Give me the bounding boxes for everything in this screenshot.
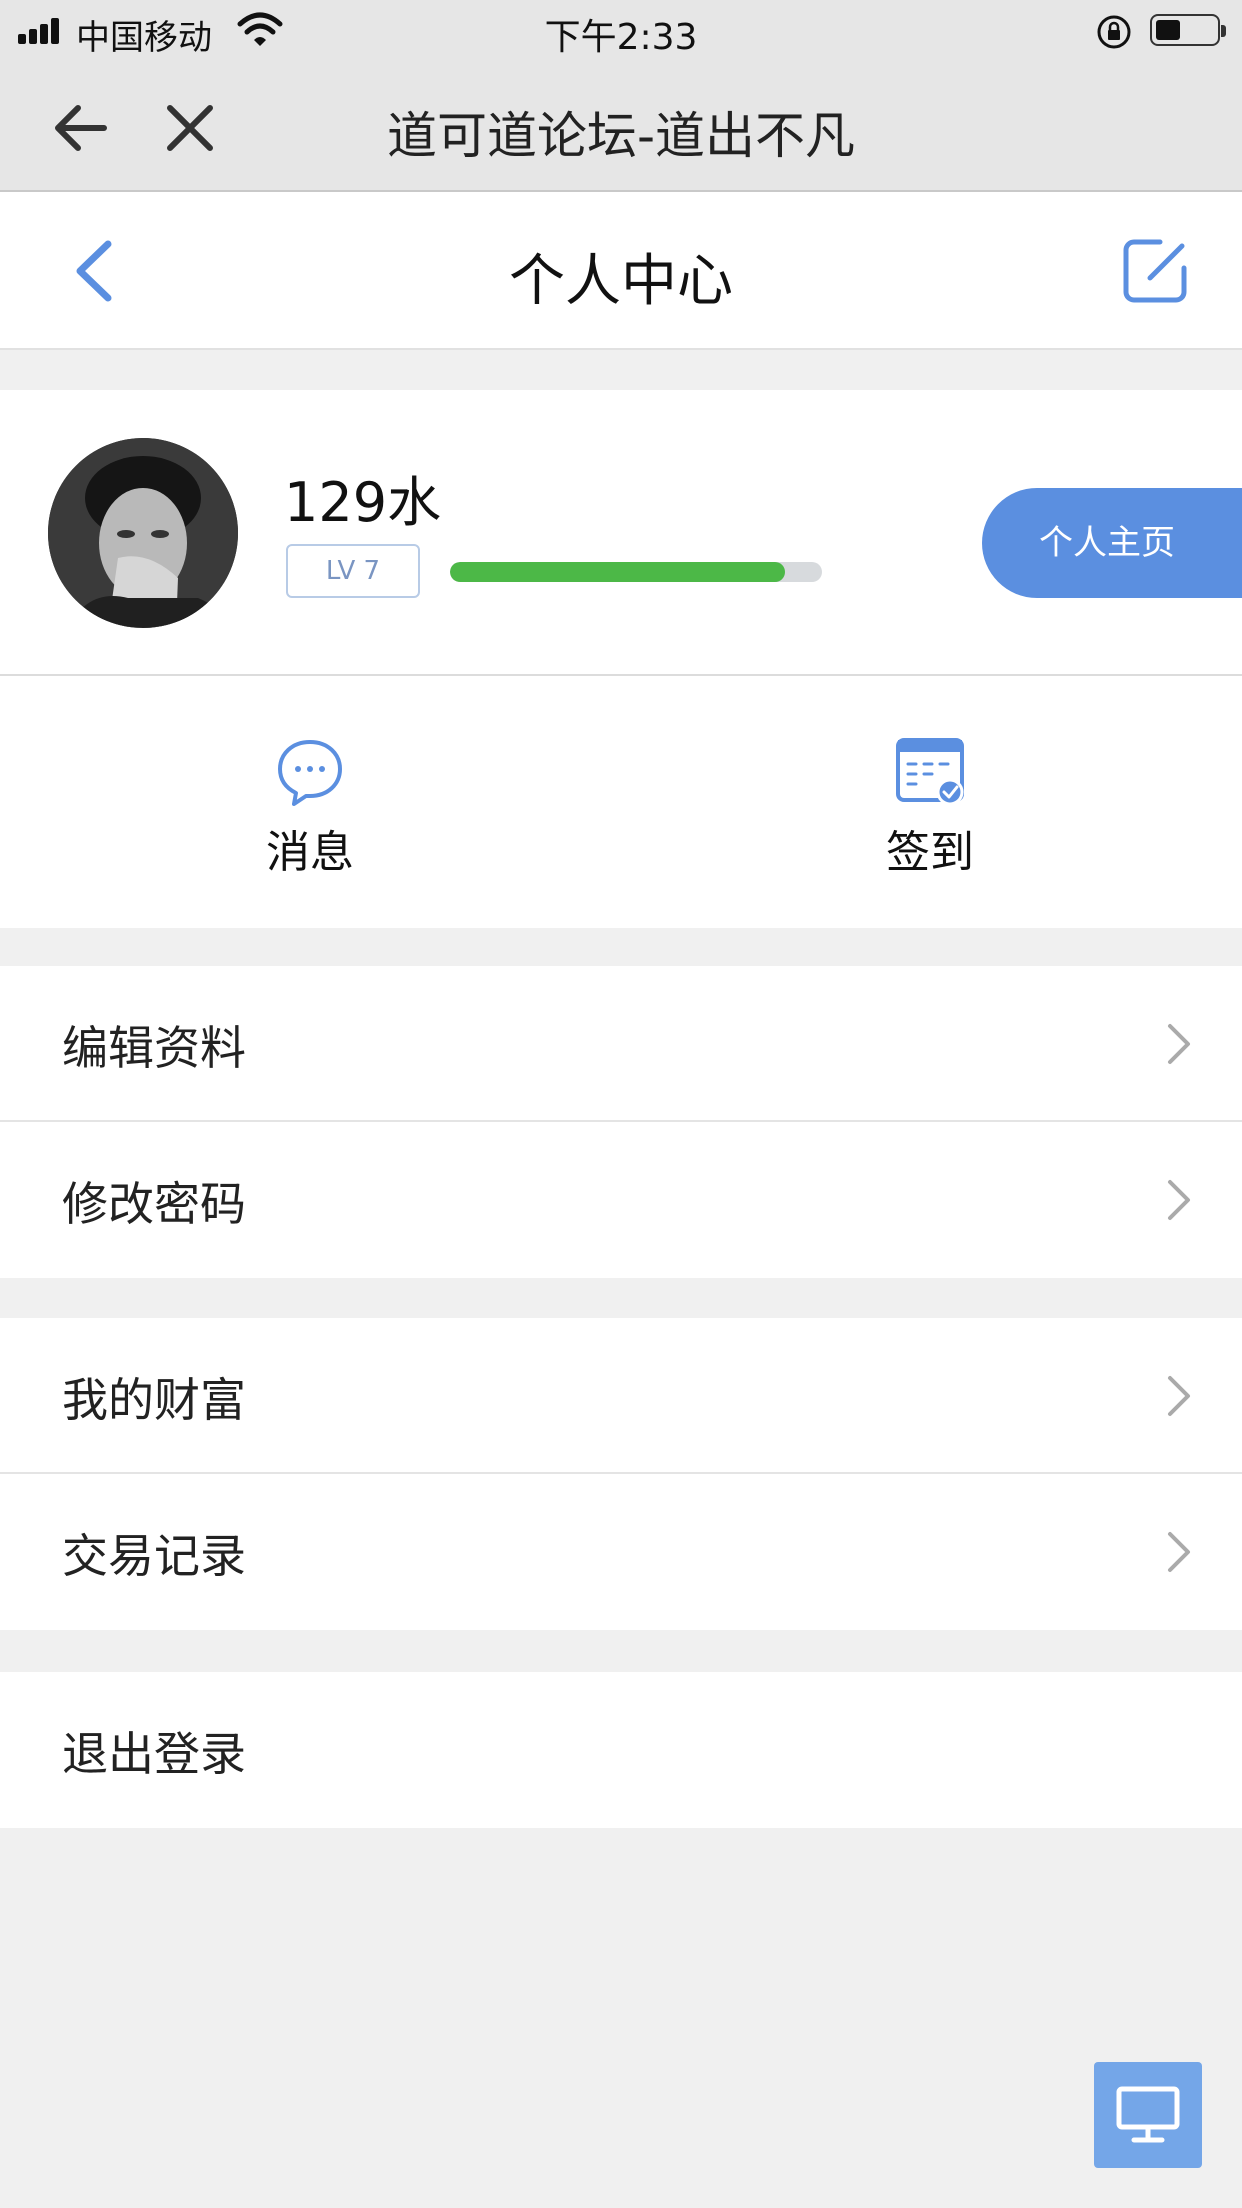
messages-label: 消息	[266, 827, 354, 878]
checkin-label: 签到	[886, 827, 974, 878]
desktop-view-button[interactable]	[1094, 2062, 1202, 2168]
status-time: 下午2:33	[544, 17, 698, 58]
profile-card: 129水 LV 7 个人主页	[0, 390, 1242, 676]
menu-item-change-password[interactable]: 修改密码	[0, 1122, 1242, 1278]
menu-group-account: 编辑资料 修改密码	[0, 966, 1242, 1278]
username: 129水	[284, 471, 442, 534]
browser-toolbar: 道可道论坛-道出不凡	[0, 62, 1242, 192]
menu-item-label: 退出登录	[62, 1727, 246, 1781]
homepage-button[interactable]: 个人主页	[982, 488, 1242, 598]
quick-actions: 消息 签到	[0, 676, 1242, 928]
avatar[interactable]	[48, 438, 238, 628]
messages-action[interactable]: 消息	[190, 736, 430, 880]
menu-item-my-wealth[interactable]: 我的财富	[0, 1318, 1242, 1474]
status-bar: 中国移动 下午2:33	[0, 0, 1242, 62]
checkin-action[interactable]: 签到	[810, 736, 1050, 880]
menu-item-label: 修改密码	[62, 1177, 246, 1231]
calendar-check-icon	[896, 738, 964, 806]
chevron-right-icon	[1168, 1532, 1190, 1572]
desktop-icon	[1116, 2086, 1180, 2143]
menu-item-label: 交易记录	[62, 1529, 246, 1583]
menu-item-transactions[interactable]: 交易记录	[0, 1474, 1242, 1630]
page-title: 个人中心	[509, 249, 733, 314]
menu-item-label: 我的财富	[62, 1373, 246, 1427]
chevron-right-icon	[1168, 1180, 1190, 1220]
level-progress-fill	[450, 562, 785, 582]
menu-group-logout: 退出登录	[0, 1672, 1242, 1828]
page-header: 个人中心	[0, 192, 1242, 350]
chat-bubble-icon	[278, 740, 342, 806]
edit-icon[interactable]	[1120, 236, 1190, 306]
battery-icon	[1150, 14, 1226, 46]
rotation-lock-icon	[1097, 15, 1131, 49]
chevron-right-icon	[1168, 1376, 1190, 1416]
level-progress-bar	[450, 562, 822, 582]
chevron-right-icon	[1168, 1024, 1190, 1064]
browser-title: 道可道论坛-道出不凡	[386, 107, 856, 165]
menu-item-label: 编辑资料	[62, 1021, 246, 1075]
menu-item-edit-profile[interactable]: 编辑资料	[0, 966, 1242, 1122]
menu-group-wealth: 我的财富 交易记录	[0, 1318, 1242, 1630]
menu-item-logout[interactable]: 退出登录	[0, 1672, 1242, 1828]
level-badge: LV 7	[286, 544, 420, 598]
